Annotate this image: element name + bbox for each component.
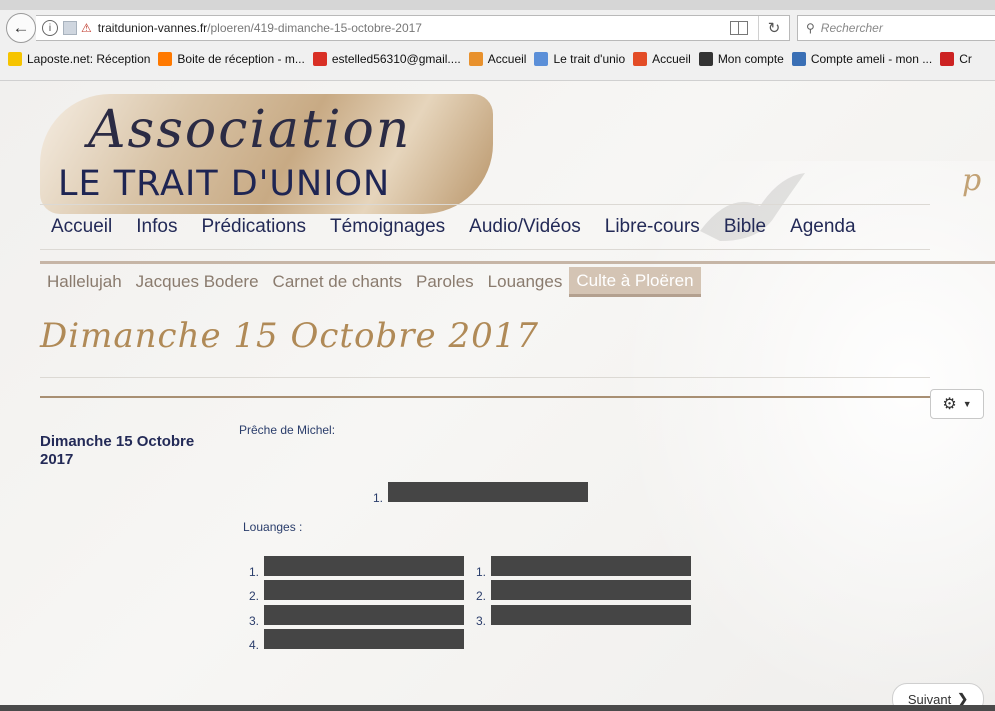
content-divider (40, 396, 930, 398)
main-nav-item[interactable]: Audio/Vidéos (469, 216, 581, 238)
bookmark-item[interactable]: Laposte.net: Réception (8, 52, 150, 66)
bookmark-favicon-icon (791, 52, 806, 66)
bookmark-label: Accueil (487, 52, 527, 66)
bookmark-item[interactable]: Le trait d'unio (534, 52, 625, 66)
sub-navigation: Hallelujah Jacques Bodere Carnet de chants… (40, 267, 701, 297)
main-nav-item[interactable]: Libre-cours (605, 216, 700, 238)
search-bar[interactable]: ⚲ Rechercher (797, 15, 995, 41)
bookmark-favicon-icon (698, 52, 713, 66)
louanges-label: Louanges : (243, 520, 303, 534)
title-divider (40, 377, 930, 378)
tab-strip (0, 0, 995, 10)
preche-item-number: 1. (372, 491, 383, 505)
gear-icon: ⚙ (942, 396, 957, 413)
sub-nav-item[interactable]: Paroles (409, 267, 481, 297)
main-nav-item[interactable]: Infos (136, 216, 177, 238)
bookmark-item[interactable]: estelled56310@gmail.... (312, 52, 461, 66)
main-nav-item[interactable]: Agenda (790, 216, 856, 238)
bookmark-label: estelled56310@gmail.... (331, 52, 461, 66)
louange-col1-number: 2. (248, 589, 259, 603)
bookmark-item[interactable]: Compte ameli - mon ... (791, 52, 933, 66)
redacted-louange-item (264, 629, 464, 649)
louange-col2-number: 1. (475, 565, 486, 579)
page-title: Dimanche 15 Octobre 2017 (40, 316, 540, 356)
url-domain: traitdunion-vannes.fr (97, 21, 208, 35)
header-script-fragment: p (962, 163, 982, 198)
bookmark-item[interactable]: Cr (940, 52, 972, 66)
site-logo[interactable]: Association LE TRAIT D'UNION (40, 94, 493, 214)
sub-nav-item[interactable]: Carnet de chants (266, 267, 409, 297)
url-bar[interactable]: i ⚠ traitdunion-vannes.fr/ploeren/419-di… (36, 15, 790, 41)
insecure-lock-icon[interactable]: ⚠ (81, 21, 92, 35)
search-icon: ⚲ (806, 21, 815, 35)
arrow-left-icon: ← (12, 18, 30, 37)
redacted-preche-item (388, 482, 588, 502)
sub-nav-item[interactable]: Hallelujah (40, 267, 129, 297)
main-navigation: Accueil Infos Prédications Témoignages Audio… (40, 204, 930, 250)
main-nav-item[interactable]: Accueil (51, 216, 112, 238)
sub-nav-item[interactable]: Louanges (481, 267, 570, 297)
bookmark-label: Mon compte (717, 52, 784, 66)
louange-col1-number: 1. (248, 565, 259, 579)
logo-name-text: LE TRAIT D'UNION (58, 164, 391, 204)
info-icon[interactable]: i (42, 20, 58, 36)
bookmark-favicon-icon (534, 52, 549, 66)
bookmark-favicon-icon (940, 52, 955, 66)
preche-label: Prêche de Michel: (239, 423, 336, 437)
louange-col1-number: 4. (248, 638, 259, 652)
search-placeholder: Rechercher (820, 21, 883, 35)
taskbar-edge (0, 705, 995, 711)
web-page: Association LE TRAIT D'UNION p Accueil In… (0, 81, 995, 711)
redacted-louange-item (491, 556, 691, 576)
back-button[interactable]: ← (6, 13, 36, 43)
reload-button[interactable]: ↻ (758, 16, 789, 40)
redacted-louange-item (264, 580, 464, 600)
caret-down-icon: ▼ (962, 399, 972, 409)
bookmarks-bar: Laposte.net: Réception Boite de réception… (0, 48, 995, 70)
bookmark-label: Cr (959, 52, 972, 66)
sub-nav-item-active[interactable]: Culte à Ploëren (569, 267, 701, 297)
louange-col1-number: 3. (248, 614, 259, 628)
article-side-title: Dimanche 15 Octobre 2017 (40, 433, 195, 468)
bookmark-label: Le trait d'unio (553, 52, 626, 66)
bookmark-item[interactable]: Accueil (468, 52, 527, 66)
main-nav-item[interactable]: Prédications (201, 216, 306, 238)
bookmark-favicon-icon (312, 52, 327, 66)
page-icon (63, 21, 77, 35)
bookmark-label: Boite de réception - m... (177, 52, 305, 66)
bookmark-label: Accueil (652, 52, 691, 66)
bookmark-favicon-icon (633, 52, 648, 66)
url-path: /ploeren/419-dimanche-15-octobre-2017 (207, 21, 422, 35)
browser-toolbar: ← i ⚠ traitdunion-vannes.fr/ploeren/419-… (0, 0, 995, 81)
logo-script-text: Association (88, 100, 412, 160)
reader-view-icon[interactable] (730, 21, 748, 35)
article-tools-button[interactable]: ⚙ ▼ (930, 389, 984, 419)
louange-col2-number: 2. (475, 589, 486, 603)
bookmark-item[interactable]: Accueil (633, 52, 691, 66)
main-nav-item[interactable]: Bible (724, 216, 766, 238)
sub-nav-item[interactable]: Jacques Bodere (129, 267, 266, 297)
bookmark-label: Laposte.net: Réception (27, 52, 151, 66)
main-nav-item[interactable]: Témoignages (330, 216, 445, 238)
redacted-louange-item (491, 605, 691, 625)
bookmark-item[interactable]: Mon compte (698, 52, 784, 66)
url-text[interactable]: traitdunion-vannes.fr/ploeren/419-dimanc… (98, 21, 422, 35)
bookmark-item[interactable]: Boite de réception - m... (158, 52, 305, 66)
bookmark-label: Compte ameli - mon ... (810, 52, 933, 66)
redacted-louange-item (264, 605, 464, 625)
bookmark-favicon-icon (8, 52, 22, 66)
nav-separator (40, 261, 995, 264)
louange-col2-number: 3. (475, 614, 486, 628)
bookmark-favicon-icon (158, 52, 173, 66)
bookmark-favicon-icon (468, 52, 483, 66)
redacted-louange-item (264, 556, 464, 576)
redacted-louange-item (491, 580, 691, 600)
